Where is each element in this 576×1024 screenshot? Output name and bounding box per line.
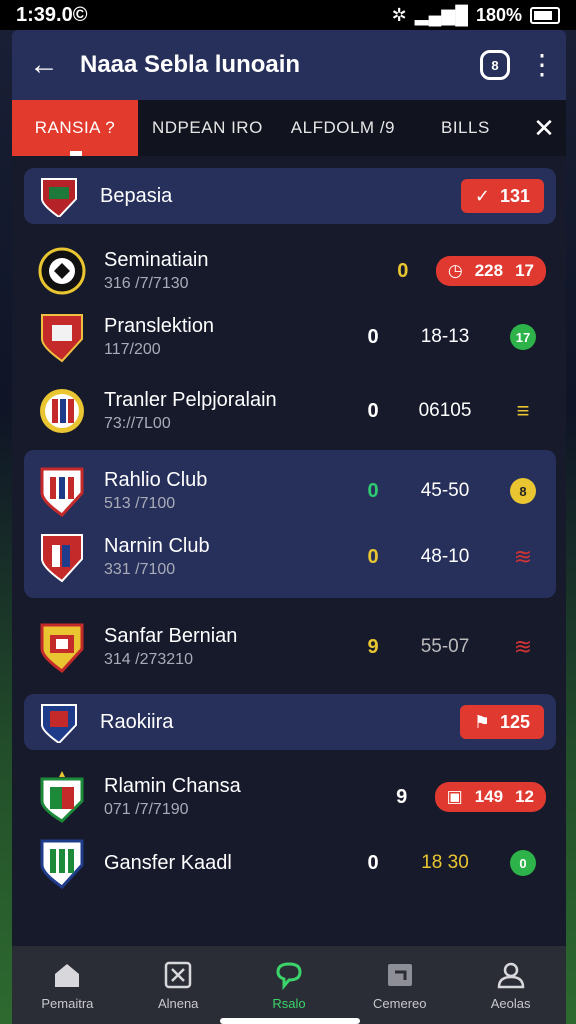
league-name: Bepasia	[100, 184, 173, 207]
profile-icon	[497, 962, 524, 988]
team-record: 071 /7/7190	[104, 801, 189, 818]
match-odds: 45-50	[420, 480, 470, 501]
team-name: Rahlio Club	[104, 469, 208, 491]
team-score: 9	[367, 635, 379, 658]
team-score: 0	[367, 851, 379, 874]
battery-icon	[530, 6, 560, 24]
live-odds-pill[interactable]: ◷ 228 17	[435, 256, 546, 286]
team-score: 0	[367, 399, 379, 422]
home-indicator[interactable]	[220, 1018, 360, 1024]
league-header[interactable]: Raokiira ⚑ 125	[24, 694, 556, 750]
trend-down-icon: ≋	[513, 544, 533, 569]
team-record: 117/200	[104, 341, 161, 358]
page-title: Naaa Sebla lunoain	[80, 51, 301, 78]
match-list: Bepasia ✓ 131 Seminatiain 316 /7/7130 0 …	[12, 156, 566, 896]
team-score: 0	[367, 479, 379, 502]
team-score: 0	[397, 259, 409, 282]
timer-icon: ◷	[447, 261, 463, 280]
team-crest-icon	[40, 771, 84, 823]
back-arrow-icon[interactable]: ←	[26, 48, 62, 82]
close-icon[interactable]: ✕	[522, 100, 566, 156]
league-header[interactable]: Bepasia ✓ 131	[24, 168, 556, 224]
league-name: Raokiira	[100, 710, 174, 733]
match-row[interactable]: Pranslektion 117/200 0 18-13 17	[24, 304, 556, 370]
calendar-icon	[387, 963, 412, 986]
team-name: Rlamin Chansa	[104, 775, 241, 797]
tab-2[interactable]: NDPEAN IRO	[138, 100, 277, 156]
team-record: 513 /7100	[104, 495, 176, 512]
team-crest-icon	[40, 389, 84, 433]
status-time: 1:39.0©	[16, 3, 88, 26]
team-crest-icon	[40, 623, 84, 673]
cup-icon: ▣	[446, 787, 463, 806]
tab-4[interactable]: BILLS	[427, 100, 504, 156]
team-score: 0	[367, 325, 379, 348]
match-row[interactable]: Gansfer Kaadl 0 18 30 0	[24, 830, 556, 896]
nav-item-profile[interactable]: Aeolas	[461, 960, 561, 1011]
more-vertical-icon[interactable]: ⋮	[528, 51, 556, 79]
match-odds: 18 30	[421, 852, 469, 873]
match-odds: 18-13	[420, 326, 470, 347]
trend-up-icon: ≡	[516, 398, 530, 423]
nav-item-home[interactable]: Pemaitra	[17, 960, 117, 1011]
home-icon	[55, 963, 80, 987]
nav-item-chat[interactable]: Rsalo	[239, 960, 339, 1011]
check-icon: ✓	[474, 185, 490, 206]
team-name: Gansfer Kaadl	[104, 851, 232, 874]
notification-badge[interactable]: 8	[480, 50, 510, 80]
league-crest-icon	[41, 704, 77, 743]
team-crest-icon	[40, 467, 84, 517]
nav-item-calendar[interactable]: Cemereo	[350, 960, 450, 1011]
flag-icon: ⚑	[473, 711, 490, 732]
status-dot-icon: 17	[510, 324, 536, 350]
app-header: ← Naaa Sebla lunoain 8 ⋮	[12, 30, 566, 100]
chat-icon	[276, 961, 302, 990]
nav-item-edit[interactable]: Alnena	[128, 960, 228, 1011]
match-row[interactable]: Narnin Club 331 /7100 0 48-10 ≋	[24, 524, 556, 590]
team-crest-icon	[38, 247, 86, 295]
match-row[interactable]: Rahlio Club 513 /7100 0 45-50 8	[24, 458, 556, 524]
team-name: Pranslektion	[104, 315, 215, 337]
league-count-badge[interactable]: ✓ 131	[460, 179, 544, 213]
trend-down-icon: ≋	[513, 634, 533, 659]
team-name: Tranler Pelpjoralain	[104, 389, 277, 411]
tab-3[interactable]: ALFDOLM /9	[277, 100, 409, 156]
team-crest-icon	[41, 314, 83, 363]
league-crest-icon	[41, 178, 77, 217]
tab-1[interactable]: RANSIA ?	[12, 100, 138, 156]
tab-bar: RANSIA ? NDPEAN IRO ALFDOLM /9 BILLS ✕	[12, 100, 566, 156]
match-row[interactable]: Sanfar Bernian 314 /273210 9 55-07 ≋	[24, 614, 556, 680]
team-name: Seminatiain	[104, 249, 209, 271]
team-record: 316 /7/7130	[104, 275, 189, 292]
team-crest-icon	[41, 534, 83, 583]
team-name: Narnin Club	[104, 535, 210, 557]
match-row[interactable]: Rlamin Chansa 071 /7/7190 9 ▣ 149 12	[24, 764, 556, 830]
status-dot-icon: 8	[510, 478, 536, 504]
bottom-navigation: Pemaitra Alnena Rsalo Cemereo Aeolas	[12, 946, 566, 1024]
league-count-badge[interactable]: ⚑ 125	[459, 705, 544, 739]
battery-percent: 180%	[475, 4, 522, 25]
signal-icon: ▂▄▆█	[414, 4, 468, 25]
status-bar: 1:39.0© ✲ ▂▄▆█ 180%	[0, 0, 576, 30]
status-dot-icon: 0	[510, 850, 536, 876]
team-crest-icon	[40, 839, 84, 889]
team-score: 9	[396, 785, 408, 808]
team-record: 314 /273210	[104, 651, 193, 668]
match-odds: 48-10	[420, 546, 470, 567]
match-odds: 55-07	[420, 636, 470, 657]
match-row[interactable]: Seminatiain 316 /7/7130 0 ◷ 228 17	[24, 238, 556, 304]
settings-icon: ✲	[391, 4, 407, 25]
team-record: 73://7L00	[104, 415, 171, 432]
edit-icon	[164, 961, 192, 988]
app-window: ← Naaa Sebla lunoain 8 ⋮ RANSIA ? NDPEAN…	[12, 30, 566, 1024]
team-record: 331 /7100	[104, 561, 176, 578]
team-name: Sanfar Bernian	[104, 625, 238, 647]
team-score: 0	[367, 545, 379, 568]
live-odds-pill[interactable]: ▣ 149 12	[434, 782, 546, 812]
featured-match[interactable]: Rahlio Club 513 /7100 0 45-50 8 Narnin C…	[24, 450, 556, 598]
match-odds: 06105	[418, 400, 472, 421]
match-row[interactable]: Tranler Pelpjoralain 73://7L00 0 06105 ≡	[24, 378, 556, 444]
